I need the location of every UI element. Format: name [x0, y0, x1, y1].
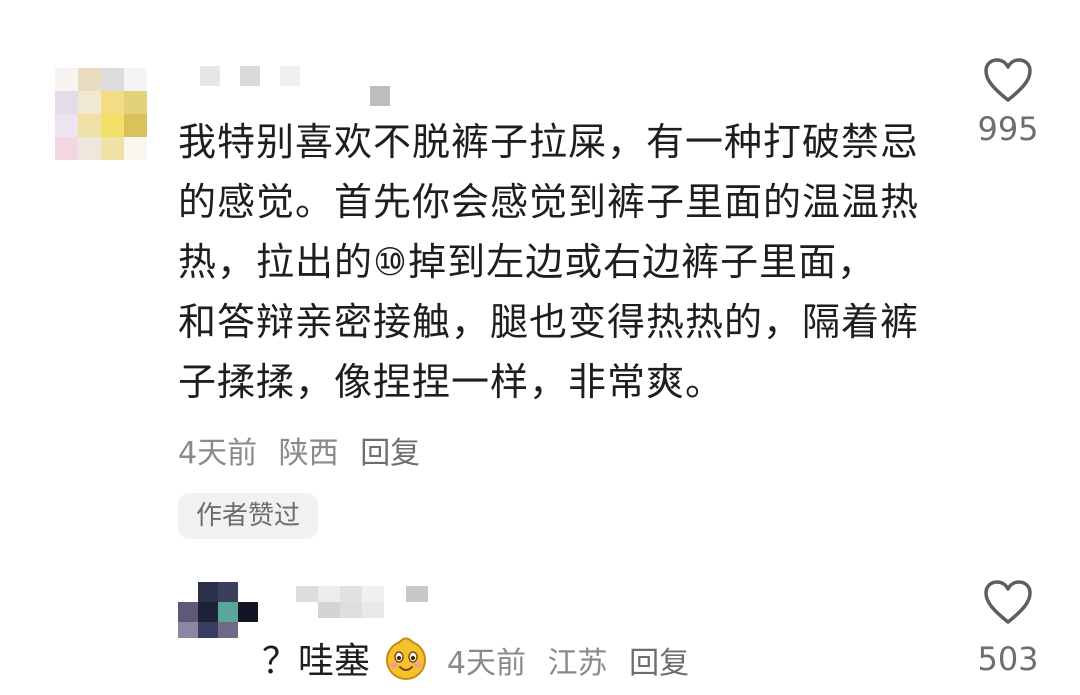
heart-outline-icon: [984, 580, 1032, 624]
like-button[interactable]: 503: [963, 580, 1053, 678]
avatar[interactable]: [178, 582, 258, 638]
comment-meta: 4天前 陕西 回复: [178, 428, 432, 472]
like-count: 503: [977, 640, 1039, 678]
comment-text-prefix: ？哇塞: [262, 641, 371, 682]
like-button[interactable]: 995: [963, 58, 1053, 148]
comment-text: ？哇塞 4天前 江苏 回复: [262, 632, 701, 684]
smiling-face-emoji: [386, 637, 427, 680]
reply-button[interactable]: 回复: [360, 436, 420, 471]
like-count: 995: [977, 110, 1039, 148]
comment-location: 江苏: [547, 646, 608, 681]
comment-text-line: 和答辩亲密接触，腿也变得热热的，隔着裤: [178, 300, 920, 344]
comment-location: 陕西: [278, 436, 339, 471]
comment-text-line: 热，拉出的⑩掉到左边或右边裤子里面，: [178, 240, 877, 284]
heart-outline-icon: [984, 58, 1032, 102]
author-liked-badge: 作者赞过: [178, 493, 319, 539]
comment-text: 我特别喜欢不脱裤子拉屎，有一种打破禁忌 的感觉。首先你会感觉到裤子里面的温温热 …: [178, 112, 958, 412]
comment-text-line: 的感觉。首先你会感觉到裤子里面的温温热: [178, 180, 920, 224]
avatar[interactable]: [55, 68, 147, 160]
comment-text-line: 子揉揉，像捏捏一样，非常爽。: [178, 360, 725, 404]
comment-time: 4天前: [446, 646, 527, 681]
comment-meta: 4天前 江苏 回复: [447, 646, 701, 681]
username[interactable]: [296, 586, 428, 618]
comment-time: 4天前: [178, 436, 258, 471]
reply-button[interactable]: 回复: [629, 646, 689, 681]
username[interactable]: [200, 66, 400, 106]
comment-text-line: 我特别喜欢不脱裤子拉屎，有一种打破禁忌: [178, 120, 920, 164]
